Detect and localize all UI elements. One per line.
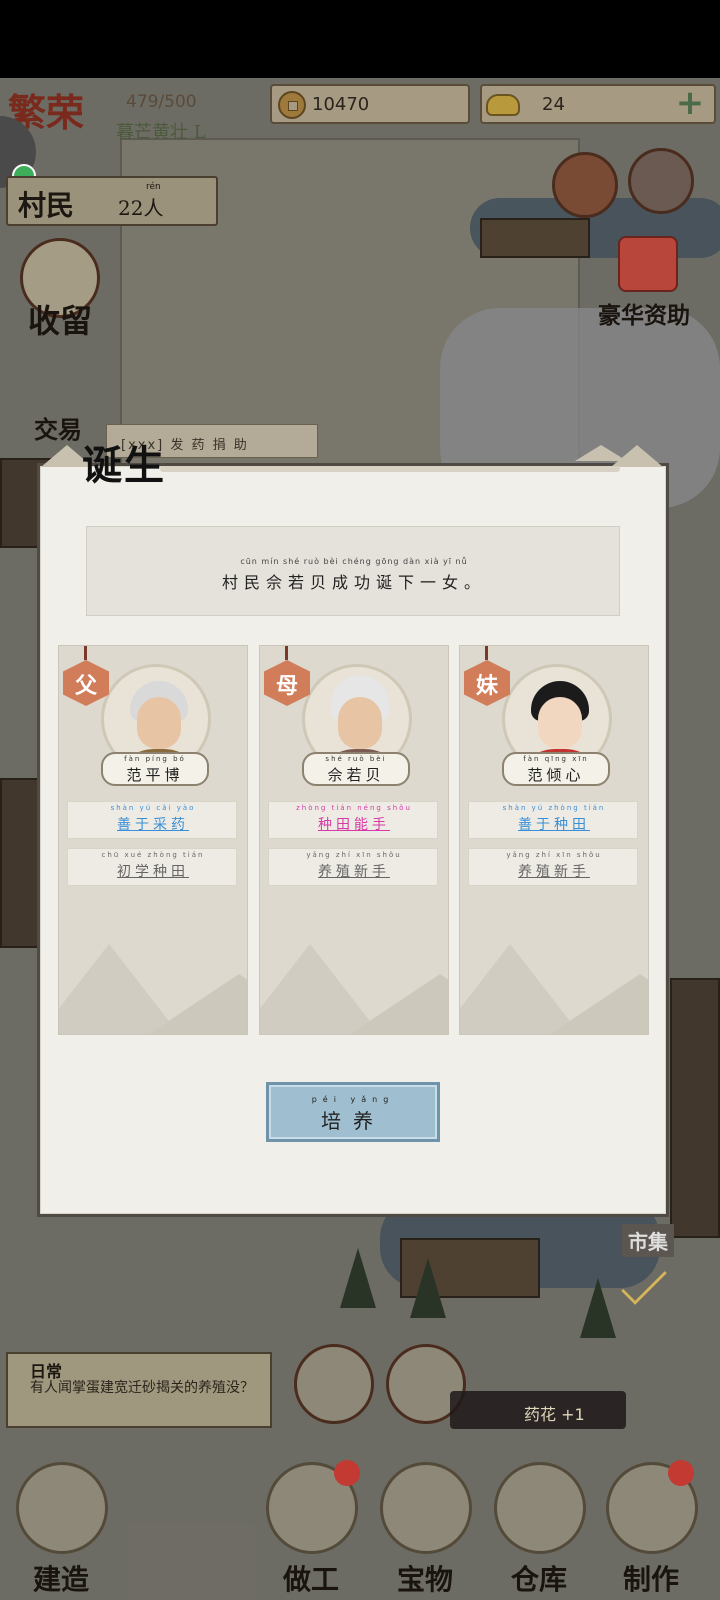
face — [137, 697, 181, 749]
trade-button[interactable]: 交易 — [34, 410, 82, 445]
raise-button-label: 培养 — [321, 1109, 385, 1133]
mother-card: 母 shé ruò bèi 佘若贝 zhòng tián néng shǒu 种… — [259, 645, 449, 1035]
villager-pinyin: rén — [146, 182, 161, 192]
relation-label: 母 — [275, 673, 298, 699]
trait-label: 初学种田 — [117, 864, 189, 880]
nav-craft-label: 制作 — [622, 1563, 679, 1596]
reward-toast: 药花 +1 — [450, 1391, 626, 1429]
trait-label: 养殖新手 — [518, 864, 590, 880]
mountain-decoration — [550, 974, 648, 1034]
birth-message-box: cūn mín shé ruò bèi chéng gōng dàn xià y… — [86, 526, 620, 616]
trait-secondary[interactable]: chū xué zhòng tián 初学种田 — [67, 848, 237, 886]
birth-message: 村民佘若贝成功诞下一女。 — [221, 573, 486, 592]
tag-string — [285, 646, 288, 660]
nav-warehouse-label: 仓库 — [510, 1563, 567, 1596]
nav-warehouse[interactable]: 仓库 — [484, 1456, 594, 1600]
face — [538, 697, 582, 749]
nav-work-label: 做工 — [282, 1563, 339, 1596]
trait-label: 善于采药 — [117, 817, 189, 833]
villager-count: 22人 — [118, 196, 164, 220]
mountain-decoration — [575, 445, 627, 461]
trait-pinyin: shàn yú zhòng tián — [502, 804, 606, 812]
daily-quest[interactable]: 日常 有人闻掌蛋建宽迁砂揭关的养殖没？ — [6, 1352, 272, 1428]
nav-build-label: 建造 — [32, 1563, 89, 1596]
character-name: 范倾心 — [527, 766, 585, 784]
notification-dot — [668, 1460, 694, 1486]
villager-label: 村民 — [18, 189, 75, 222]
nav-build[interactable]: 建造 — [6, 1456, 116, 1600]
character-name: 佘若贝 — [327, 766, 385, 784]
mountain-decoration — [149, 974, 247, 1034]
trait-pinyin: yǎng zhí xīn shǒu — [306, 851, 402, 859]
add-ingot-button[interactable]: + — [672, 86, 708, 122]
nav-treasure-label: 宝物 — [396, 1563, 453, 1596]
prosperity-count: 479/500 — [126, 92, 197, 112]
name-plate: fàn píng bó 范平博 — [101, 752, 209, 786]
father-card: 父 fàn píng bó 范平博 shàn yú cǎi yào 善于采药 c… — [58, 645, 248, 1035]
prosperity-level: 暮芒黄壮 L — [116, 122, 206, 143]
name-pinyin: fàn píng bó — [124, 755, 186, 763]
face — [338, 697, 382, 749]
copper-coin-counter[interactable]: 10470 — [270, 84, 470, 124]
shelter-button[interactable]: 收留 — [28, 296, 92, 342]
relation-tag: 妹 — [464, 646, 510, 706]
relation-label: 父 — [74, 673, 97, 699]
trait-secondary[interactable]: yǎng zhí xīn shǒu 养殖新手 — [468, 848, 638, 886]
gift-icon[interactable] — [618, 236, 678, 292]
daughter-card: 妹 fàn qīng xīn 范倾心 shàn yú zhòng tián 善于… — [459, 645, 649, 1035]
luxury-funding-button[interactable]: 豪华资助 — [598, 296, 690, 330]
trait-label: 善于种田 — [518, 817, 590, 833]
gold-ingot-counter[interactable]: 24 + — [480, 84, 716, 124]
prosperity-panel[interactable]: 繁荣 479/500 暮芒黄壮 L — [6, 78, 256, 150]
gear-icon[interactable] — [628, 148, 694, 214]
gold-ingot-icon — [486, 94, 520, 116]
trait-pinyin: shàn yú cǎi yào — [110, 804, 196, 812]
tag-string — [84, 646, 87, 660]
build-icon — [16, 1462, 108, 1554]
character-name: 范平博 — [126, 766, 184, 784]
title-brush-stroke — [160, 466, 620, 472]
bracelet-icon[interactable] — [294, 1344, 374, 1424]
nav-treasure[interactable]: 宝物 — [370, 1456, 480, 1600]
relation-label: 妹 — [475, 673, 498, 699]
trait-pinyin: zhòng tián néng shǒu — [296, 804, 412, 812]
status-bar — [0, 0, 720, 78]
trait-primary[interactable]: shàn yú cǎi yào 善于采药 — [67, 801, 237, 839]
toast-text: 药花 +1 — [524, 1405, 585, 1424]
name-plate: fàn qīng xīn 范倾心 — [502, 752, 610, 786]
dialog-title: 诞生 — [82, 442, 166, 489]
villager-count-panel[interactable]: 村民 rén 22人 — [6, 176, 218, 226]
trait-primary[interactable]: zhòng tián néng shǒu 种田能手 — [268, 801, 438, 839]
trait-secondary[interactable]: yǎng zhí xīn shǒu 养殖新手 — [268, 848, 438, 886]
name-pinyin: fàn qīng xīn — [523, 755, 589, 763]
copper-coin-value: 10470 — [312, 94, 370, 115]
trait-pinyin: yǎng zhí xīn shǒu — [506, 851, 602, 859]
trait-label: 种田能手 — [318, 817, 390, 833]
name-plate: shé ruò bèi 佘若贝 — [302, 752, 410, 786]
gold-ingot-value: 24 — [542, 94, 565, 115]
raise-button-pinyin: péi yǎng — [311, 1095, 395, 1104]
trait-label: 养殖新手 — [318, 864, 390, 880]
trait-primary[interactable]: shàn yú zhòng tián 善于种田 — [468, 801, 638, 839]
quest-description: 有人闻掌蛋建宽迁砂揭关的养殖没？ — [30, 1380, 254, 1396]
trait-pinyin: chū xué zhòng tián — [101, 851, 205, 859]
relation-tag: 父 — [63, 646, 109, 706]
copper-coin-icon — [278, 91, 306, 119]
letter-icon[interactable] — [552, 152, 618, 218]
mountain-decoration — [350, 974, 448, 1034]
message-pinyin: cūn mín shé ruò bèi chéng gōng dàn xià y… — [240, 557, 468, 566]
vase-icon — [380, 1462, 472, 1554]
market-button[interactable]: 市集 — [622, 1224, 674, 1257]
raise-button[interactable]: péi yǎng 培养 — [266, 1082, 440, 1142]
relation-tag: 母 — [264, 646, 310, 706]
name-pinyin: shé ruò bèi — [325, 755, 387, 763]
warehouse-icon — [494, 1462, 586, 1554]
notification-dot — [334, 1460, 360, 1486]
tag-string — [485, 646, 488, 660]
